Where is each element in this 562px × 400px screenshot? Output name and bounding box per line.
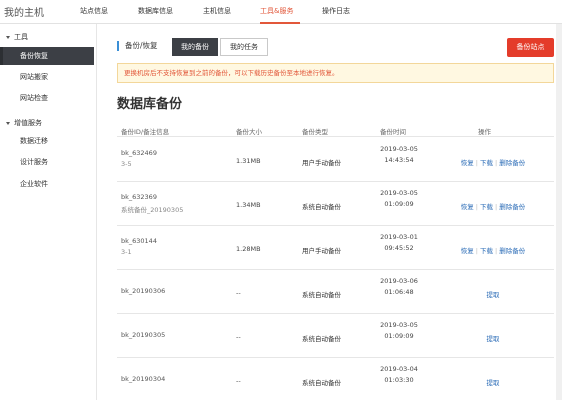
sidebar-group-label: 增值服务 (14, 119, 42, 127)
backup-id: bk_630144 (121, 237, 157, 245)
sidebar-item-data-migration[interactable]: 数据迁移 (0, 132, 94, 150)
header-size: 备份大小 (236, 128, 262, 136)
backup-date: 2019-03-05 (380, 145, 418, 153)
backup-time: 2019-03-05 01:09:09 (379, 320, 419, 342)
row-actions: 提取 (443, 289, 543, 299)
backup-type: 系统自动备份 (302, 379, 341, 387)
backup-time: 2019-03-04 01:03:30 (379, 364, 419, 386)
top-navigation-bar: 我的主机 站点信息 数据库信息 主机信息 工具&服务 操作日志 (0, 0, 562, 24)
backup-type: 系统自动备份 (302, 291, 341, 299)
sidebar-group-label: 工具 (14, 33, 28, 41)
backup-type: 系统自动备份 (302, 335, 341, 343)
backup-date: 2019-03-06 (380, 277, 418, 285)
download-link[interactable]: 下载 (480, 159, 493, 167)
backup-size: -- (236, 289, 241, 297)
backup-id: bk_632469 (121, 149, 157, 157)
caret-down-icon (6, 121, 10, 125)
table-row: bk_20190304 -- 系统自动备份 2019-03-04 01:03:3… (117, 358, 554, 400)
download-link[interactable]: 下载 (480, 203, 493, 211)
sidebar: 工具 备份恢复 网站搬家 网站检查 增值服务 数据迁移 设计服务 企业软件 (0, 24, 97, 400)
backup-date: 2019-03-05 (380, 321, 418, 329)
sidebar-item-design-service[interactable]: 设计服务 (0, 153, 94, 171)
delete-backup-link[interactable]: 删除备份 (499, 159, 525, 167)
backup-time: 2019-03-05 01:09:09 (379, 188, 419, 210)
sidebar-group-value-added[interactable]: 增值服务 (6, 118, 42, 128)
table-header: 备份ID/备注信息 备份大小 备份类型 备份时间 操作 (117, 123, 554, 137)
download-link[interactable]: 下载 (480, 247, 493, 255)
row-actions: 恢复 | 下载 | 删除备份 (460, 159, 526, 167)
section-title: 备份/恢复 (117, 41, 158, 51)
restore-link[interactable]: 恢复 (461, 203, 474, 211)
backup-note: 3-5 (121, 160, 132, 168)
backup-size: 1.28MB (236, 245, 261, 253)
backup-clock: 01:09:09 (384, 332, 414, 340)
row-actions: 恢复 | 下载 | 删除备份 (460, 247, 526, 255)
sidebar-item-backup-restore[interactable]: 备份恢复 (0, 47, 94, 65)
page-title: 数据库备份 (117, 97, 183, 112)
backup-clock: 01:06:48 (384, 288, 414, 296)
nav-host-info[interactable]: 主机信息 (203, 6, 231, 16)
backup-size: 1.34MB (236, 201, 261, 209)
sidebar-group-tools[interactable]: 工具 (6, 32, 28, 42)
backup-note: 3-1 (121, 248, 132, 256)
backup-type: 系统自动备份 (302, 203, 341, 211)
row-actions: 恢复 | 下载 | 删除备份 (460, 203, 526, 211)
backup-id: bk_632369 (121, 193, 157, 201)
header-type: 备份类型 (302, 128, 328, 136)
sidebar-item-site-check[interactable]: 网站检查 (0, 89, 94, 107)
tab-my-tasks[interactable]: 我的任务 (220, 38, 268, 56)
backup-type: 用户手动备份 (302, 159, 341, 167)
backup-date: 2019-03-01 (380, 233, 418, 241)
backup-id: bk_20190306 (121, 287, 166, 295)
header-ops: 操作 (478, 128, 491, 136)
sidebar-item-site-migration[interactable]: 网站搬家 (0, 68, 94, 86)
header-time: 备份时间 (380, 128, 406, 136)
backup-clock: 01:09:09 (384, 200, 414, 208)
scrollbar-track[interactable] (556, 24, 562, 400)
nav-site-info[interactable]: 站点信息 (80, 6, 108, 16)
header-id: 备份ID/备注信息 (121, 128, 170, 136)
backup-id: bk_20190305 (121, 331, 166, 339)
table-row: bk_632469 3-5 1.31MB 用户手动备份 2019-03-05 1… (117, 138, 554, 182)
backup-clock: 14:43:54 (384, 156, 414, 164)
restore-link[interactable]: 恢复 (461, 159, 474, 167)
backup-date: 2019-03-04 (380, 365, 418, 373)
brand-title: 我的主机 (4, 8, 44, 19)
restore-link[interactable]: 恢复 (461, 247, 474, 255)
backup-site-button[interactable]: 备份站点 (507, 38, 554, 57)
caret-down-icon (6, 35, 10, 39)
backup-time: 2019-03-05 14:43:54 (379, 144, 419, 166)
backup-time: 2019-03-06 01:06:48 (379, 276, 419, 298)
main-content: 备份/恢复 我的备份 我的任务 备份站点 更换机房后不支持恢复到之前的备份，可以… (97, 24, 562, 400)
row-actions: 提取 (443, 377, 543, 387)
backup-clock: 09:45:52 (384, 244, 414, 252)
delete-backup-link[interactable]: 删除备份 (499, 247, 525, 255)
extract-link[interactable]: 提取 (487, 379, 500, 387)
sidebar-item-enterprise-software[interactable]: 企业软件 (0, 175, 94, 193)
backup-clock: 01:03:30 (384, 376, 414, 384)
delete-backup-link[interactable]: 删除备份 (499, 203, 525, 211)
notice-banner: 更换机房后不支持恢复到之前的备份，可以下载历史备份至本地进行恢复。 (117, 63, 554, 83)
backup-note: 系统备份_20190305 (121, 206, 184, 214)
table-row: bk_630144 3-1 1.28MB 用户手动备份 2019-03-01 0… (117, 226, 554, 270)
tab-my-backups[interactable]: 我的备份 (172, 38, 218, 56)
extract-link[interactable]: 提取 (487, 291, 500, 299)
backup-date: 2019-03-05 (380, 189, 418, 197)
backup-id: bk_20190304 (121, 375, 166, 383)
nav-operation-log[interactable]: 操作日志 (322, 6, 350, 16)
row-actions: 提取 (443, 333, 543, 343)
nav-database-info[interactable]: 数据库信息 (138, 6, 173, 16)
backup-size: -- (236, 377, 241, 385)
nav-tools-services[interactable]: 工具&服务 (260, 6, 293, 16)
table-row: bk_20190305 -- 系统自动备份 2019-03-05 01:09:0… (117, 314, 554, 358)
backup-time: 2019-03-01 09:45:52 (379, 232, 419, 254)
backup-size: 1.31MB (236, 157, 261, 165)
table-row: bk_20190306 -- 系统自动备份 2019-03-06 01:06:4… (117, 270, 554, 314)
backup-size: -- (236, 333, 241, 341)
backup-type: 用户手动备份 (302, 247, 341, 255)
table-row: bk_632369 系统备份_20190305 1.34MB 系统自动备份 20… (117, 182, 554, 226)
extract-link[interactable]: 提取 (487, 335, 500, 343)
